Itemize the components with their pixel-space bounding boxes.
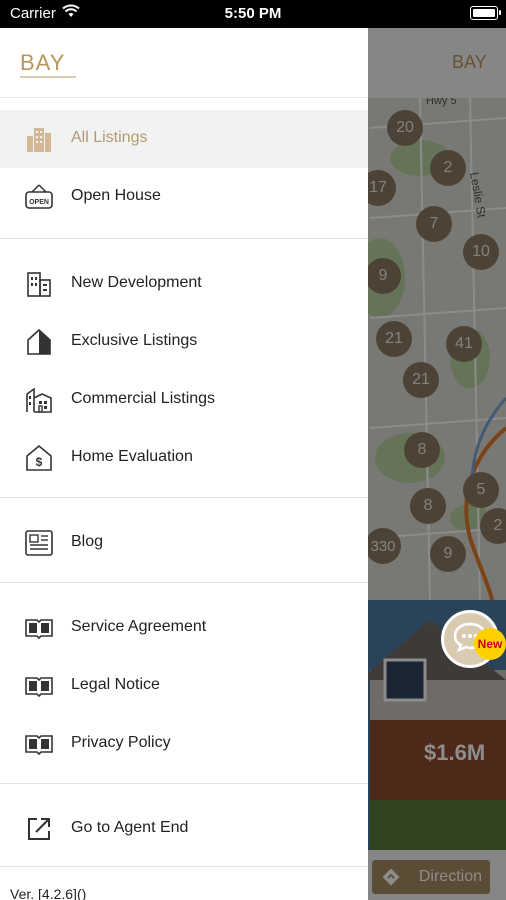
newspaper-icon: [24, 529, 54, 557]
menu-item-blog[interactable]: Blog: [0, 514, 368, 572]
app-version: Ver. [4.2.6](): [10, 886, 87, 900]
book-icon: [24, 614, 54, 642]
book-icon: [24, 672, 54, 700]
svg-text:BAY: BAY: [20, 50, 65, 75]
menu-item-label: Open House: [71, 187, 161, 204]
svg-text:$: $: [36, 455, 43, 469]
menu-item-all-listings[interactable]: All Listings: [0, 110, 368, 168]
menu-item-label: Service Agreement: [71, 618, 207, 635]
menu-item-privacy-policy[interactable]: Privacy Policy: [0, 715, 368, 773]
menu-item-legal-notice[interactable]: Legal Notice: [0, 657, 368, 715]
menu-item-service-agreement[interactable]: Service Agreement: [0, 599, 368, 657]
menu-item-label: Go to Agent End: [71, 819, 189, 836]
menu-item-label: New Development: [71, 274, 202, 291]
menu-item-label: Commercial Listings: [71, 390, 216, 407]
status-bar: Carrier 5:50 PM: [0, 0, 506, 28]
menu-item-label: Home Evaluation: [71, 448, 193, 465]
navigation-drawer: BAY All Listings OPEN Open House New Dev…: [0, 28, 368, 900]
new-badge: New: [474, 628, 506, 660]
menu-item-label: Exclusive Listings: [71, 332, 198, 349]
clock: 5:50 PM: [224, 5, 282, 22]
menu-item-label: Blog: [71, 533, 104, 550]
menu-item-go-to-agent-end[interactable]: Go to Agent End: [0, 800, 368, 858]
commercial-building-icon: [24, 386, 54, 414]
menu-item-label: Legal Notice: [71, 676, 160, 693]
external-link-icon: [24, 815, 54, 843]
battery-icon: [470, 6, 501, 20]
house-icon: [24, 328, 54, 356]
new-building-icon: [24, 270, 54, 298]
building-icon: [24, 125, 54, 153]
menu-item-label: All Listings: [71, 129, 148, 146]
divider: [0, 866, 368, 867]
svg-text:OPEN: OPEN: [29, 199, 49, 206]
open-sign-icon: OPEN: [24, 183, 54, 211]
drawer-header: BAY: [0, 28, 368, 98]
menu-item-new-development[interactable]: New Development: [0, 255, 368, 313]
menu-item-exclusive-listings[interactable]: Exclusive Listings: [0, 313, 368, 371]
menu-item-label: Privacy Policy: [71, 734, 171, 751]
menu-item-commercial-listings[interactable]: Commercial Listings: [0, 371, 368, 429]
menu-item-home-evaluation[interactable]: $ Home Evaluation: [0, 429, 368, 487]
menu-item-open-house[interactable]: OPEN Open House: [0, 168, 368, 226]
brand-logo: BAY: [20, 50, 76, 78]
book-icon: [24, 730, 54, 758]
house-dollar-icon: $: [24, 444, 54, 472]
